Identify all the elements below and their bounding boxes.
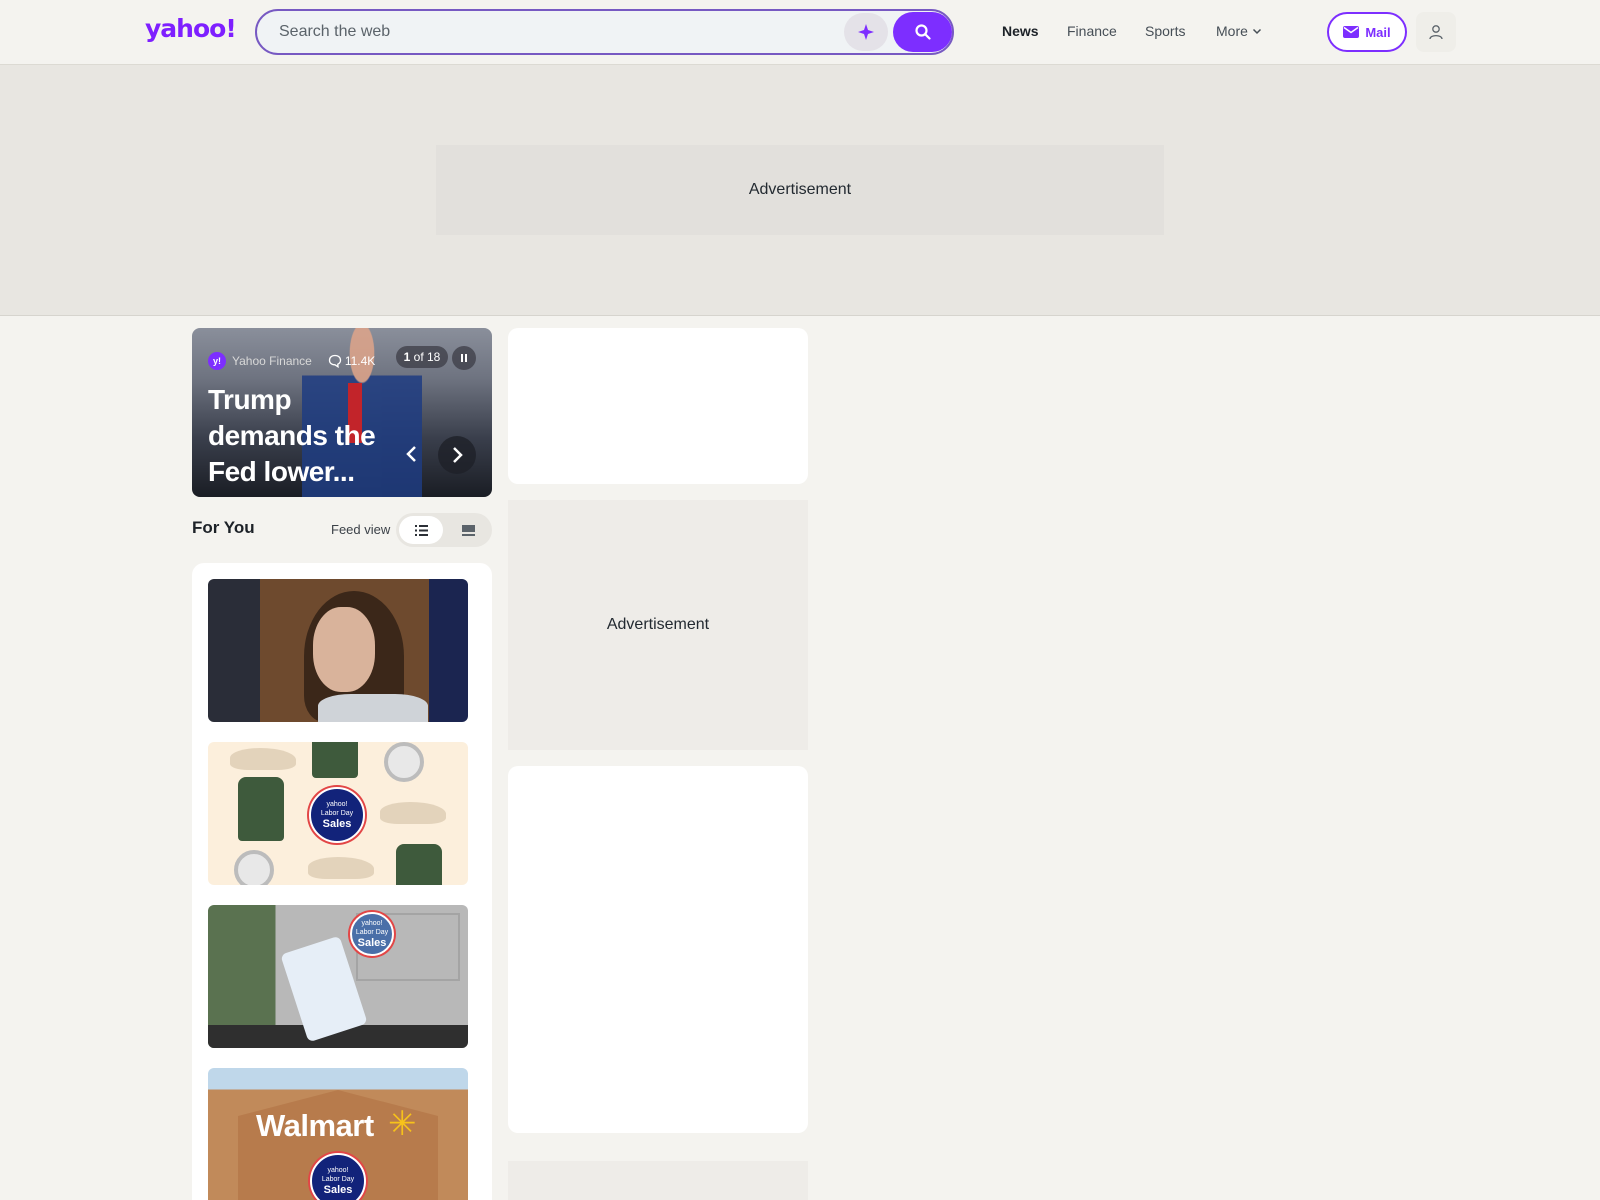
carousel-next-button[interactable] <box>438 436 476 474</box>
walmart-sign: Walmart <box>256 1108 374 1143</box>
search-icon <box>914 24 931 40</box>
image-part <box>396 844 442 885</box>
badge-event: Labor Day <box>355 929 389 936</box>
badge-sales: Sales <box>323 1184 353 1196</box>
mail-button[interactable]: Mail <box>1327 12 1407 52</box>
slide-counter: 1 of 18 <box>396 346 448 368</box>
sparkle-icon <box>858 24 874 40</box>
card-icon <box>461 524 475 536</box>
labor-day-sales-badge: yahoo! Labor Day Sales <box>350 912 394 956</box>
feed-item-image[interactable]: yahoo! Labor Day Sales <box>208 742 468 885</box>
image-part <box>380 802 446 824</box>
hero-carousel[interactable]: y! Yahoo Finance 11.4K 1 of 18 Trump dem… <box>192 328 492 497</box>
labor-day-sales-badge: yahoo! Labor Day Sales <box>309 787 365 843</box>
nav-sports[interactable]: Sports <box>1145 23 1185 39</box>
badge-brand: yahoo! <box>361 920 383 927</box>
hero-source: y! Yahoo Finance 11.4K <box>208 352 375 370</box>
search-bar <box>255 9 954 55</box>
search-input[interactable] <box>279 21 839 43</box>
search-button[interactable] <box>893 12 952 52</box>
list-view-button[interactable] <box>399 516 443 544</box>
image-part <box>230 748 296 770</box>
hero-source-name: Yahoo Finance <box>232 354 312 368</box>
top-advertisement[interactable]: Advertisement <box>436 145 1164 235</box>
badge-event: Labor Day <box>320 810 354 817</box>
image-part <box>312 742 358 778</box>
badge-sales: Sales <box>322 818 352 830</box>
badge-brand: yahoo! <box>326 801 348 808</box>
side-advertisement[interactable]: Advertisement <box>508 500 808 750</box>
hero-comments[interactable]: 11.4K <box>328 354 375 368</box>
yahoo-finance-icon: y! <box>208 352 226 370</box>
for-you-heading: For You <box>192 518 255 537</box>
mail-icon <box>1343 26 1360 38</box>
image-part <box>238 777 284 841</box>
top-ad-band: Advertisement <box>0 65 1600 316</box>
image-part <box>318 694 428 722</box>
chevron-right-icon <box>453 447 463 463</box>
feed-list: yahoo! Labor Day Sales yahoo! Labor Day … <box>192 563 492 1200</box>
ai-assist-button[interactable] <box>844 13 888 51</box>
profile-button[interactable] <box>1416 12 1456 52</box>
user-icon <box>1429 25 1443 40</box>
top-header: yahoo! News Finance Sports More Mail <box>0 0 1600 65</box>
slide-counter-total: of 18 <box>413 350 441 364</box>
image-part <box>308 857 374 879</box>
feed-view-label: Feed view <box>331 522 391 537</box>
content-panel-middle <box>508 766 808 1133</box>
nav-more-label: More <box>1216 23 1248 39</box>
image-part <box>384 742 424 782</box>
nav-more[interactable]: More <box>1216 23 1262 39</box>
badge-sales: Sales <box>357 937 387 949</box>
nav-news[interactable]: News <box>1002 23 1039 39</box>
nav-finance[interactable]: Finance <box>1067 23 1117 39</box>
labor-day-sales-badge: yahoo! Labor Day Sales <box>310 1153 366 1200</box>
badge-brand: yahoo! <box>327 1167 349 1174</box>
chevron-down-icon <box>1252 28 1261 35</box>
badge-event: Labor Day <box>321 1176 355 1183</box>
image-part <box>313 607 375 692</box>
feed-item-image[interactable] <box>208 579 468 722</box>
side-advertisement-lower[interactable] <box>508 1161 808 1200</box>
content-panel-top <box>508 328 808 484</box>
pause-button[interactable] <box>452 346 476 370</box>
slide-counter-current: 1 <box>403 350 411 364</box>
comment-icon <box>328 354 341 368</box>
image-part <box>234 850 274 885</box>
chevron-left-icon <box>406 446 416 462</box>
mail-label: Mail <box>1365 24 1391 40</box>
carousel-prev-button[interactable] <box>394 436 430 472</box>
hero-headline[interactable]: Trump demands the Fed lower... <box>208 382 398 490</box>
walmart-spark-icon: ✳ <box>388 1105 417 1143</box>
hero-comment-count: 11.4K <box>344 354 376 368</box>
pause-icon <box>461 354 467 362</box>
yahoo-logo[interactable]: yahoo! <box>145 14 237 43</box>
feed-item-image[interactable]: Walmart ✳ yahoo! Labor Day Sales <box>208 1068 468 1200</box>
list-icon <box>414 524 428 536</box>
card-view-button[interactable] <box>446 516 490 544</box>
feed-view-toggle <box>396 513 492 547</box>
feed-item-image[interactable]: yahoo! Labor Day Sales <box>208 905 468 1048</box>
